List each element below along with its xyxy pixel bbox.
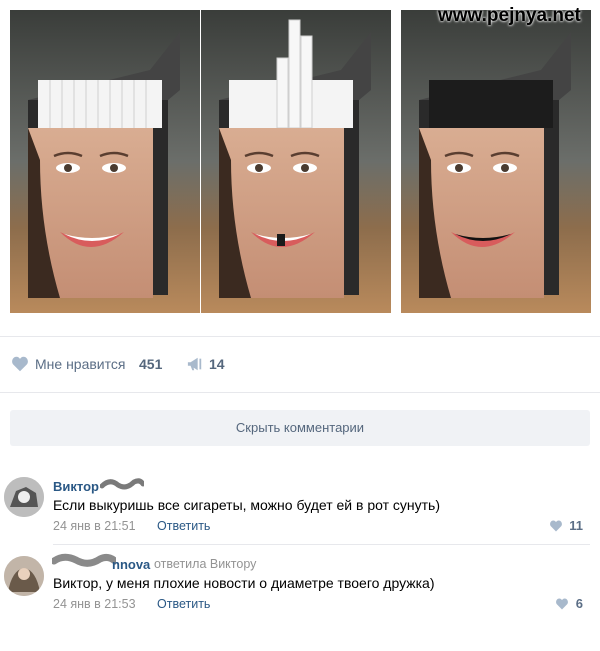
megaphone-icon[interactable]	[186, 356, 204, 372]
redacted-name-scribble	[52, 553, 116, 567]
heart-icon[interactable]	[549, 520, 563, 532]
reply-link[interactable]: Ответить	[157, 597, 210, 611]
comment-item: Виктор Если выкуришь все сигареты, можно…	[0, 470, 600, 540]
post-image-2[interactable]	[201, 10, 391, 313]
like-count: 451	[139, 356, 163, 372]
comment-author[interactable]: Виктор	[53, 479, 99, 494]
avatar[interactable]	[4, 477, 44, 517]
watermark: www.pejnya.net	[438, 5, 581, 26]
comment-text: Виктор, у меня плохие новости о диаметре…	[53, 575, 435, 591]
hide-comments-button[interactable]: Скрыть комментарии	[10, 410, 590, 446]
post-image-3[interactable]	[401, 10, 591, 313]
avatar[interactable]	[4, 556, 44, 596]
comment-like-count: 6	[575, 596, 583, 611]
heart-icon[interactable]	[11, 356, 29, 372]
comment-item: nnova ответила Виктору Виктор, у меня пл…	[0, 550, 600, 620]
comment-text: Если выкуришь все сигареты, можно будет …	[53, 497, 440, 513]
share-count: 14	[209, 356, 225, 372]
divider	[53, 544, 590, 545]
replied-to[interactable]: ответила Виктору	[154, 557, 256, 571]
heart-icon[interactable]	[555, 598, 569, 610]
like-button-label[interactable]: Мне нравится	[35, 356, 125, 372]
divider	[0, 336, 600, 337]
comment-date[interactable]: 24 янв в 21:51	[53, 519, 136, 533]
comment-like-count: 11	[569, 518, 583, 533]
reply-link[interactable]: Ответить	[157, 519, 210, 533]
post-actions: Мне нравится 451 14	[0, 345, 600, 385]
comment-author[interactable]: nnova	[112, 557, 150, 572]
post-image-1[interactable]	[10, 10, 200, 313]
redacted-name-scribble	[100, 478, 144, 490]
comment-date[interactable]: 24 янв в 21:53	[53, 597, 136, 611]
divider	[0, 392, 600, 393]
